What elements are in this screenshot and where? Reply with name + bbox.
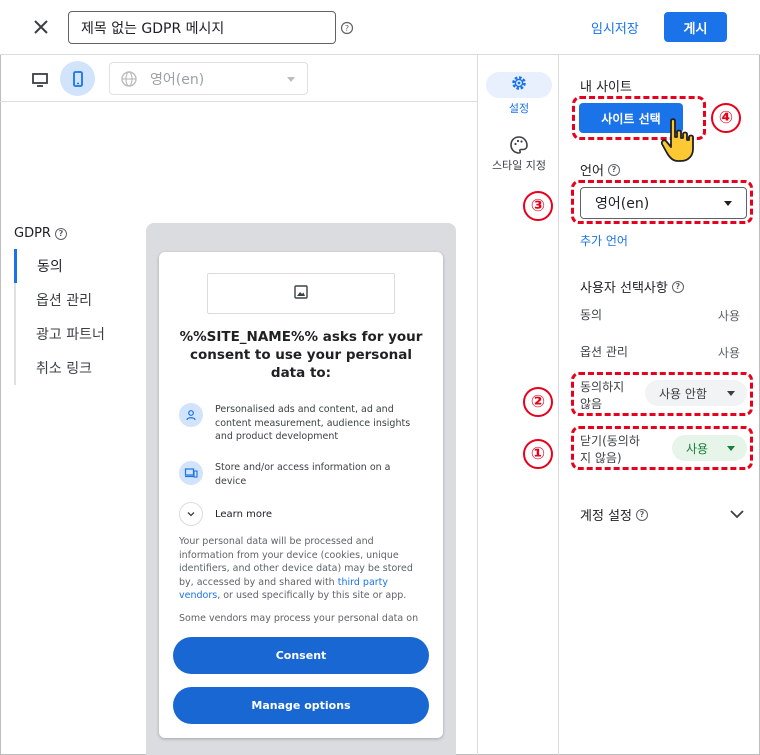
globe-icon: [120, 70, 138, 88]
consent-button[interactable]: Consent: [173, 637, 429, 674]
choice-manage-options-label: 옵션 관리: [580, 345, 628, 359]
help-icon[interactable]: ?: [340, 20, 354, 35]
nav-item-label: 취소 링크: [36, 361, 92, 377]
account-settings-header[interactable]: 계정 설정 ?: [580, 505, 648, 524]
close-icon[interactable]: [29, 15, 53, 39]
annotation-badge-4: ④: [711, 103, 741, 133]
nav-item-label: 동의: [37, 259, 63, 275]
tab-settings-label[interactable]: 설정: [478, 100, 560, 116]
person-icon: [179, 403, 203, 427]
mobile-icon[interactable]: [60, 61, 95, 96]
nav-item-label: 옵션 관리: [36, 293, 92, 309]
desktop-icon[interactable]: [28, 67, 52, 91]
language-label-text: 언어: [580, 164, 604, 179]
help-icon[interactable]: ?: [607, 163, 620, 176]
annotation-box-3: [571, 180, 753, 224]
palette-icon[interactable]: [507, 133, 531, 157]
nav-item-ad-partners[interactable]: 광고 파트너: [16, 317, 124, 351]
tab-style-label[interactable]: 스타일 지정: [478, 157, 560, 173]
gdpr-heading-text: GDPR: [14, 226, 51, 241]
annotation-badge-3: ③: [523, 191, 553, 221]
gear-icon: [510, 74, 528, 96]
consent-preview: %%SITE_NAME%% asks for your consent to u…: [159, 252, 443, 738]
gdpr-heading: GDPR ?: [14, 226, 67, 241]
publish-button[interactable]: 게시: [664, 12, 727, 42]
my-site-label: 내 사이트: [580, 80, 632, 95]
tab-settings[interactable]: [486, 72, 552, 98]
purpose-text: Store and/or access information on a dev…: [215, 462, 391, 487]
choice-manage-options-value: 사용: [717, 346, 740, 360]
account-settings-label: 계정 설정: [580, 509, 632, 524]
learn-more-label: Learn more: [215, 508, 273, 520]
purpose-text: Personalised ads and content, ad and con…: [215, 404, 411, 442]
purpose-item: Store and/or access information on a dev…: [179, 461, 423, 488]
preview-language-select[interactable]: 영어(en): [109, 62, 308, 95]
consent-title: %%SITE_NAME%% asks for your consent to u…: [179, 329, 423, 381]
left-nav: 동의 옵션 관리 광고 파트너 취소 링크: [14, 249, 124, 385]
nav-item-consent[interactable]: 동의: [14, 249, 124, 283]
message-title-text: 제목 없는 GDPR 메시지: [81, 20, 225, 37]
annotation-box-1: [571, 426, 753, 470]
choice-consent-label: 동의: [580, 308, 603, 322]
user-choices-label-text: 사용자 선택사항: [580, 281, 668, 296]
chevron-down-icon: [179, 502, 203, 526]
consent-body-text: Your personal data will be processed and…: [179, 535, 423, 603]
nav-item-label: 광고 파트너: [36, 327, 105, 343]
consent-body-part2: , or used specifically by this site or a…: [217, 590, 407, 601]
learn-more-toggle[interactable]: Learn more: [179, 502, 272, 526]
help-icon[interactable]: ?: [54, 227, 67, 240]
preview-language-value: 영어(en): [150, 71, 205, 88]
message-title-input[interactable]: 제목 없는 GDPR 메시지: [68, 11, 336, 44]
annotation-badge-2: ②: [523, 387, 553, 417]
purpose-item: Personalised ads and content, ad and con…: [179, 403, 423, 444]
devices-icon: [179, 461, 203, 485]
choice-consent-value: 사용: [717, 309, 740, 323]
help-icon[interactable]: ?: [671, 280, 684, 293]
help-icon[interactable]: ?: [635, 508, 648, 521]
nav-item-revoke-link[interactable]: 취소 링크: [16, 351, 124, 385]
nav-item-manage-options[interactable]: 옵션 관리: [16, 283, 124, 317]
annotation-badge-1: ①: [523, 439, 553, 469]
site-logo-placeholder: [207, 273, 395, 314]
save-draft-button[interactable]: 임시저장: [591, 18, 639, 37]
pointer-hand-icon: [659, 117, 699, 163]
language-label: 언어 ?: [580, 160, 620, 179]
consent-body-text-2: Some vendors may process your personal d…: [179, 613, 419, 624]
svg-text:?: ?: [345, 24, 349, 33]
chevron-down-icon[interactable]: [729, 506, 745, 522]
add-language-link[interactable]: 추가 언어: [580, 232, 628, 249]
annotation-box-2: [571, 372, 753, 416]
image-icon: [293, 284, 309, 304]
top-bar: 제목 없는 GDPR 메시지 ? 임시저장 게시: [0, 0, 760, 55]
preview-toolbar: 영어(en): [0, 55, 477, 102]
chevron-down-icon: [287, 77, 295, 82]
user-choices-label: 사용자 선택사항 ?: [580, 277, 684, 296]
manage-options-button[interactable]: Manage options: [173, 687, 429, 724]
